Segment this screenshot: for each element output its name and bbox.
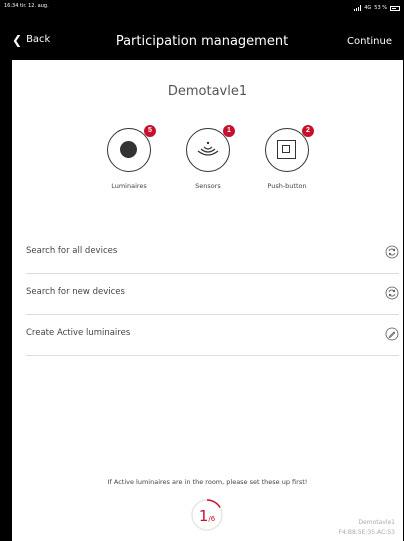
tile-luminaires-label: Luminaires (111, 182, 147, 190)
progress-total: /6 (208, 515, 216, 523)
continue-button[interactable]: Continue (347, 36, 392, 47)
sensor-icon: 1 (186, 125, 235, 172)
device-name: Demotavle1 (167, 84, 248, 99)
device-tiles: 5 Luminaires 1 Sensors 2 Push-button (12, 125, 403, 198)
navigation-bar: ❮ Back Participation management Continue (0, 18, 404, 60)
status-indicators: 4G 53 % (354, 2, 400, 14)
progress-current: 1 (198, 507, 209, 525)
tile-sensors[interactable]: 1 Sensors (168, 125, 248, 190)
footer-mac-address: F4:B8:5E:35:AC:53 (338, 529, 395, 536)
search-all-devices-label: Search for all devices (26, 246, 118, 256)
tile-push-button-label: Push-button (267, 182, 307, 190)
status-time-date: 16:34 tir. 12. aug. (4, 3, 49, 9)
refresh-icon (385, 245, 399, 259)
refresh-icon (385, 286, 399, 300)
signal-icon (354, 5, 362, 11)
chevron-left-icon: ❮ (12, 32, 23, 47)
create-active-luminaires-label: Create Active luminaires (26, 328, 131, 338)
back-button[interactable]: ❮ Back (12, 32, 51, 47)
tile-sensors-label: Sensors (195, 182, 221, 190)
action-list: Search for all devices Search for new de… (26, 233, 399, 356)
page-title: Participation management (115, 34, 289, 49)
search-new-devices-item[interactable]: Search for new devices (26, 274, 399, 315)
pencil-icon (385, 327, 399, 341)
battery-label: 53 % (374, 5, 387, 11)
create-active-luminaires-item[interactable]: Create Active luminaires (26, 315, 399, 356)
luminaire-icon: 5 (107, 125, 156, 172)
push-button-count-badge: 2 (302, 125, 314, 137)
back-label: Back (26, 34, 51, 45)
battery-icon (390, 5, 400, 11)
tile-push-button[interactable]: 2 Push-button (247, 125, 327, 190)
main-content: Demotavle1 5 Luminaires 1 Sensors 2 Push… (12, 60, 403, 541)
search-all-devices-item[interactable]: Search for all devices (26, 233, 399, 274)
network-label: 4G (364, 5, 372, 11)
search-new-devices-label: Search for new devices (26, 287, 125, 297)
footer-device-name: Demotavle1 (358, 519, 395, 526)
device-info: Demotavle1 F4:B8:5E:35:AC:53 (339, 518, 395, 538)
push-button-icon: 2 (265, 125, 314, 172)
setup-hint: If Active luminaires are in the room, pl… (107, 478, 308, 486)
step-progress[interactable]: 1/6 (190, 498, 224, 532)
status-bar: 16:34 tir. 12. aug. 4G 53 % (0, 0, 404, 18)
tile-luminaires[interactable]: 5 Luminaires (89, 125, 169, 190)
luminaires-count-badge: 5 (144, 125, 156, 137)
sensors-count-badge: 1 (223, 125, 235, 137)
